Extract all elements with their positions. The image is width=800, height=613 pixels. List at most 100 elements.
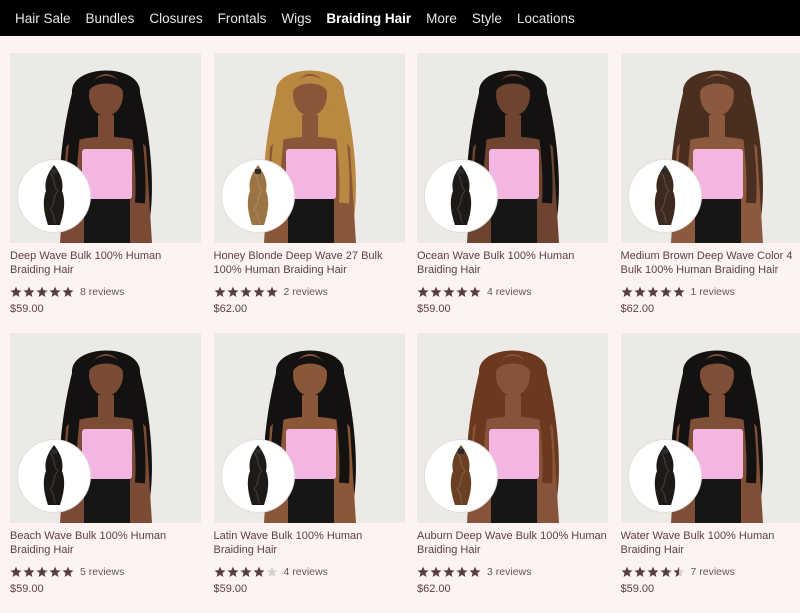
product-card[interactable]: Water Wave Bulk 100% Human Braiding Hair… xyxy=(621,333,800,613)
product-image[interactable] xyxy=(417,53,608,243)
product-image[interactable] xyxy=(621,53,800,243)
review-count[interactable]: 7 reviews xyxy=(691,566,735,578)
nav-item-style[interactable]: Style xyxy=(472,11,502,26)
star-icon xyxy=(266,286,278,298)
product-rating[interactable]: 1 reviews xyxy=(621,286,800,298)
star-rating xyxy=(621,286,686,298)
star-rating xyxy=(10,286,75,298)
product-rating[interactable]: 7 reviews xyxy=(621,566,800,578)
product-title[interactable]: Deep Wave Bulk 100% Human Braiding Hair xyxy=(10,250,201,277)
star-icon xyxy=(647,286,659,298)
bundle-thumbnail xyxy=(222,440,294,512)
star-icon xyxy=(443,566,455,578)
bundle-thumbnail xyxy=(629,160,701,232)
star-icon xyxy=(456,566,468,578)
product-rating[interactable]: 8 reviews xyxy=(10,286,201,298)
product-title[interactable]: Latin Wave Bulk 100% Human Braiding Hair xyxy=(214,530,405,557)
product-rating[interactable]: 4 reviews xyxy=(214,566,405,578)
hair-bundle-image xyxy=(238,163,278,229)
product-card[interactable]: Honey Blonde Deep Wave 27 Bulk 100% Huma… xyxy=(214,53,405,333)
hair-bundle-image xyxy=(645,163,685,229)
product-image[interactable] xyxy=(214,53,405,243)
hair-bundle-image xyxy=(34,163,74,229)
bundle-thumbnail xyxy=(425,160,497,232)
product-card[interactable]: Auburn Deep Wave Bulk 100% Human Braidin… xyxy=(417,333,608,613)
hair-bundle-image xyxy=(34,443,74,509)
product-image[interactable] xyxy=(621,333,800,523)
review-count[interactable]: 4 reviews xyxy=(284,566,328,578)
hair-bundle-image xyxy=(238,443,278,509)
bundle-thumbnail xyxy=(425,440,497,512)
star-icon xyxy=(36,566,48,578)
product-title[interactable]: Honey Blonde Deep Wave 27 Bulk 100% Huma… xyxy=(214,250,405,277)
product-card[interactable]: Latin Wave Bulk 100% Human Braiding Hair… xyxy=(214,333,405,613)
product-price: $59.00 xyxy=(621,583,800,595)
star-icon xyxy=(621,566,633,578)
product-card[interactable]: Ocean Wave Bulk 100% Human Braiding Hair… xyxy=(417,53,608,333)
top-nav: Hair Sale Bundles Closures Frontals Wigs Brai… xyxy=(0,0,800,36)
nav-item-wigs[interactable]: Wigs xyxy=(281,11,311,26)
star-icon xyxy=(240,286,252,298)
product-card[interactable]: Deep Wave Bulk 100% Human Braiding Hair … xyxy=(10,53,201,333)
product-card[interactable]: Beach Wave Bulk 100% Human Braiding Hair… xyxy=(10,333,201,613)
product-rating[interactable]: 3 reviews xyxy=(417,566,608,578)
product-image[interactable] xyxy=(10,53,201,243)
star-icon xyxy=(214,286,226,298)
product-image[interactable] xyxy=(417,333,608,523)
hair-bundle-image xyxy=(441,443,481,509)
review-count[interactable]: 3 reviews xyxy=(487,566,531,578)
star-icon xyxy=(634,566,646,578)
star-rating xyxy=(417,566,482,578)
star-icon xyxy=(660,286,672,298)
product-image[interactable] xyxy=(214,333,405,523)
star-icon xyxy=(10,286,22,298)
bundle-thumbnail xyxy=(629,440,701,512)
star-icon xyxy=(634,286,646,298)
star-icon xyxy=(660,566,672,578)
nav-item-more[interactable]: More xyxy=(426,11,457,26)
star-icon xyxy=(62,286,74,298)
nav-item-bundles[interactable]: Bundles xyxy=(86,11,135,26)
product-rating[interactable]: 5 reviews xyxy=(10,566,201,578)
star-icon xyxy=(227,286,239,298)
review-count[interactable]: 4 reviews xyxy=(487,286,531,298)
product-title[interactable]: Beach Wave Bulk 100% Human Braiding Hair xyxy=(10,530,201,557)
star-icon xyxy=(240,566,252,578)
nav-item-braiding-hair[interactable]: Braiding Hair xyxy=(326,11,411,26)
nav-item-frontals[interactable]: Frontals xyxy=(218,11,267,26)
star-icon xyxy=(430,286,442,298)
product-rating[interactable]: 2 reviews xyxy=(214,286,405,298)
review-count[interactable]: 5 reviews xyxy=(80,566,124,578)
star-icon xyxy=(36,286,48,298)
product-title[interactable]: Water Wave Bulk 100% Human Braiding Hair xyxy=(621,530,800,557)
nav-item-hair-sale[interactable]: Hair Sale xyxy=(15,11,71,26)
product-title[interactable]: Auburn Deep Wave Bulk 100% Human Braidin… xyxy=(417,530,608,557)
bundle-thumbnail xyxy=(18,440,90,512)
review-count[interactable]: 8 reviews xyxy=(80,286,124,298)
product-card[interactable]: Medium Brown Deep Wave Color 4 Bulk 100%… xyxy=(621,53,800,333)
star-icon xyxy=(49,566,61,578)
nav-item-closures[interactable]: Closures xyxy=(149,11,202,26)
star-icon xyxy=(443,286,455,298)
hair-bundle-image xyxy=(441,163,481,229)
star-rating xyxy=(10,566,75,578)
product-image[interactable] xyxy=(10,333,201,523)
review-count[interactable]: 1 reviews xyxy=(691,286,735,298)
review-count[interactable]: 2 reviews xyxy=(284,286,328,298)
star-icon xyxy=(469,566,481,578)
star-icon xyxy=(253,566,265,578)
star-icon xyxy=(62,566,74,578)
product-title[interactable]: Ocean Wave Bulk 100% Human Braiding Hair xyxy=(417,250,608,277)
product-rating[interactable]: 4 reviews xyxy=(417,286,608,298)
product-price: $59.00 xyxy=(417,303,608,315)
product-title[interactable]: Medium Brown Deep Wave Color 4 Bulk 100%… xyxy=(621,250,800,277)
star-icon xyxy=(647,566,659,578)
product-price: $59.00 xyxy=(10,583,201,595)
star-icon xyxy=(10,566,22,578)
star-icon xyxy=(266,566,278,578)
star-icon xyxy=(469,286,481,298)
nav-item-locations[interactable]: Locations xyxy=(517,11,575,26)
star-rating xyxy=(417,286,482,298)
star-icon xyxy=(227,566,239,578)
hair-bundle-image xyxy=(645,443,685,509)
